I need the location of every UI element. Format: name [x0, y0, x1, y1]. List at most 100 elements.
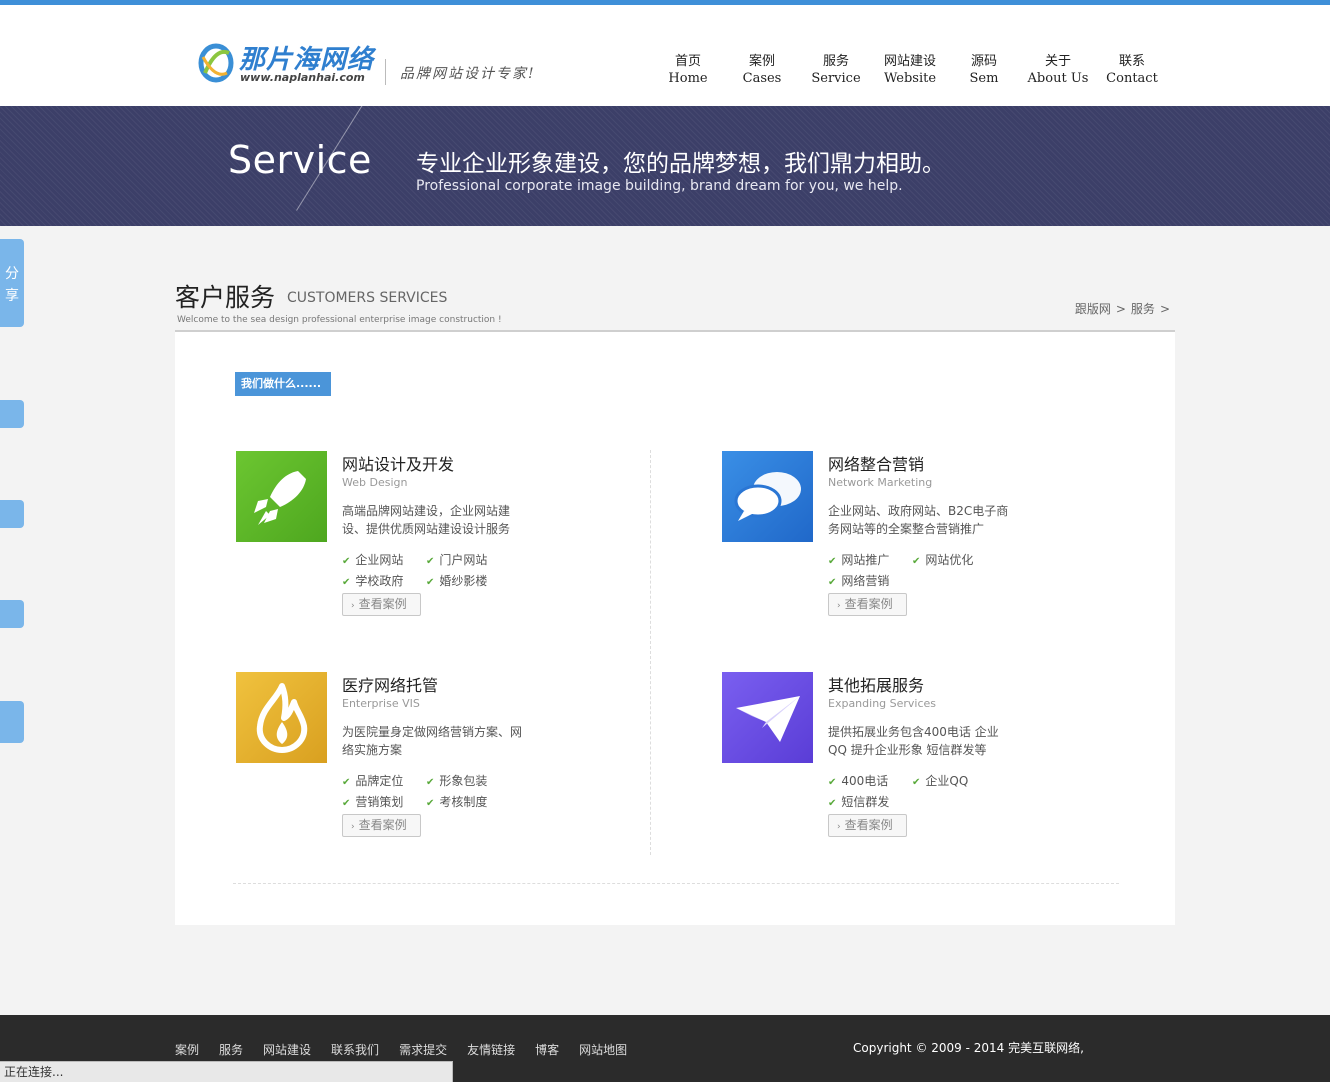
nav-item-service[interactable]: 服务 Service — [799, 53, 873, 87]
service-subtitle: Web Design — [342, 476, 408, 489]
tag-label: 网络营销 — [841, 574, 890, 588]
section-title-en: CUSTOMERS SERVICES — [287, 290, 448, 306]
share-label-2: 享 — [5, 288, 19, 304]
tag-item: ✔ 网络营销 — [828, 573, 912, 591]
footer-link[interactable]: 联系我们 — [331, 1041, 379, 1058]
tag-item: ✔ 营销策划 — [342, 794, 426, 812]
service-description: 高端品牌网站建设，企业网站建设、提供优质网站建设设计服务 — [342, 504, 511, 536]
service-title: 网站设计及开发 — [342, 455, 455, 474]
what-we-do-label: 我们做什么...... — [235, 372, 331, 396]
nav-item-about[interactable]: 关于 About Us — [1021, 53, 1095, 87]
tag-label: 学校政府 — [355, 574, 404, 588]
tag-item: ✔ 形象包装 — [426, 773, 510, 791]
footer-link[interactable]: 服务 — [219, 1041, 243, 1058]
tag-item: ✔ 企业网站 — [342, 552, 426, 570]
nav-item-en: Website — [883, 71, 937, 86]
nav-item-en: Contact — [1106, 71, 1158, 86]
nav-item-en: About Us — [1027, 71, 1089, 86]
check-icon: ✔ — [342, 577, 351, 588]
service-description: 为医院量身定做网络营销方案、网络实施方案 — [342, 725, 523, 757]
tag-item: ✔ 婚纱影楼 — [426, 573, 510, 591]
footer-link[interactable]: 案例 — [175, 1041, 199, 1058]
nav-item-en: Home — [668, 71, 708, 86]
tag-item: ✔ 400电话 — [828, 773, 912, 791]
check-icon: ✔ — [912, 777, 921, 788]
service-description: 企业网站、政府网站、B2C电子商务网站等的全案整合营销推广 — [828, 504, 1009, 536]
tag-item: ✔ 学校政府 — [342, 573, 426, 591]
footer-link[interactable]: 友情链接 — [467, 1041, 515, 1058]
check-icon: ✔ — [426, 798, 435, 809]
service-description: 提供拓展业务包含400电话 企业QQ 提升企业形象 短信群发等 — [828, 725, 999, 757]
view-cases-label: 查看案例 — [358, 597, 407, 611]
footer-link[interactable]: 网站建设 — [263, 1041, 311, 1058]
service-title: 其他拓展服务 — [828, 676, 925, 695]
check-icon: ✔ — [828, 577, 837, 588]
tag-item: ✔ 网站优化 — [912, 552, 996, 570]
logo[interactable]: 那片海网络 www.naplanhai.com 品牌网站设计专家! — [197, 41, 557, 91]
view-cases-label: 查看案例 — [358, 818, 407, 832]
tag-label: 企业QQ — [925, 774, 969, 788]
nav-item-cn: 案例 — [748, 54, 775, 69]
banner-title: Service — [228, 138, 372, 182]
section-header: 客户服务 CUSTOMERS SERVICES Welcome to the s… — [175, 278, 1175, 332]
chat-bubbles-icon — [722, 451, 813, 542]
nav-item-cases[interactable]: 案例 Cases — [725, 53, 799, 87]
chevron-right-icon: › — [837, 601, 841, 611]
tag-label: 婚纱影楼 — [439, 574, 488, 588]
view-cases-button[interactable]: › 查看案例 — [342, 814, 421, 837]
logo-slogan: 品牌网站设计专家! — [400, 66, 536, 82]
nav-item-en: Cases — [742, 71, 782, 86]
view-cases-button[interactable]: › 查看案例 — [828, 593, 907, 616]
service-subtitle: Enterprise VIS — [342, 697, 420, 710]
service-subtitle: Expanding Services — [828, 697, 937, 710]
nav-item-home[interactable]: 首页 Home — [651, 53, 725, 87]
tag-label: 形象包装 — [439, 774, 488, 788]
check-icon: ✔ — [828, 556, 837, 567]
rocket-icon — [236, 451, 327, 542]
tag-label: 网站优化 — [925, 553, 974, 567]
breadcrumb-separator: > — [1159, 302, 1170, 316]
side-float-tab[interactable] — [0, 600, 24, 628]
vertical-divider — [650, 450, 651, 855]
services-panel: 我们做什么...... 网站设计及开发 Web Design 高端品牌网站建设，… — [175, 332, 1175, 925]
view-cases-label: 查看案例 — [844, 818, 893, 832]
chevron-right-icon: › — [351, 601, 355, 611]
breadcrumb-item[interactable]: 跟版网 — [1075, 302, 1111, 316]
nav-item-sem[interactable]: 源码 Sem — [947, 53, 1021, 87]
banner-tagline-cn: 专业企业形象建设，您的品牌梦想，我们鼎力相助。 — [416, 151, 945, 177]
tag-label: 企业网站 — [355, 553, 404, 567]
view-cases-button[interactable]: › 查看案例 — [342, 593, 421, 616]
tag-label: 考核制度 — [439, 795, 488, 809]
side-float-tab[interactable] — [0, 701, 24, 743]
footer-link[interactable]: 需求提交 — [399, 1041, 447, 1058]
tag-label: 营销策划 — [355, 795, 404, 809]
nav-item-contact[interactable]: 联系 Contact — [1095, 53, 1169, 87]
tag-item: ✔ 网站推广 — [828, 552, 912, 570]
service-tags: ✔ 企业网站 ✔ 门户网站 ✔ 学校政府 ✔ 婚纱影楼 — [342, 549, 542, 591]
tag-label: 短信群发 — [841, 795, 890, 809]
check-icon: ✔ — [426, 556, 435, 567]
tag-item: ✔ 企业QQ — [912, 773, 996, 791]
service-card-web-design: 网站设计及开发 Web Design 高端品牌网站建设，企业网站建设、提供优质网… — [236, 451, 636, 631]
chevron-right-icon: › — [351, 822, 355, 832]
nav-item-en: Service — [811, 71, 861, 86]
breadcrumb-separator: > — [1115, 302, 1126, 316]
footer-link[interactable]: 博客 — [535, 1041, 559, 1058]
section-title-cn: 客户服务 — [175, 283, 276, 312]
share-tab[interactable]: 分 享 — [0, 239, 24, 327]
service-title: 网络整合营销 — [828, 455, 925, 474]
service-tags: ✔ 400电话 ✔ 企业QQ ✔ 短信群发 — [828, 770, 1028, 812]
service-tags: ✔ 网站推广 ✔ 网站优化 ✔ 网络营销 — [828, 549, 1028, 591]
nav-item-website[interactable]: 网站建设 Website — [873, 53, 947, 87]
service-subtitle: Network Marketing — [828, 476, 933, 489]
tag-label: 400电话 — [841, 774, 889, 788]
side-float-tab[interactable] — [0, 400, 24, 428]
breadcrumb-item[interactable]: 服务 — [1131, 302, 1155, 316]
logo-swirl-icon — [198, 43, 234, 83]
view-cases-button[interactable]: › 查看案例 — [828, 814, 907, 837]
footer-link[interactable]: 网站地图 — [579, 1041, 627, 1058]
tag-item: ✔ 门户网站 — [426, 552, 510, 570]
horizontal-divider — [233, 883, 1119, 884]
service-card-medical-hosting: 医疗网络托管 Enterprise VIS 为医院量身定做网络营销方案、网络实施… — [236, 672, 636, 852]
side-float-tab[interactable] — [0, 500, 24, 528]
